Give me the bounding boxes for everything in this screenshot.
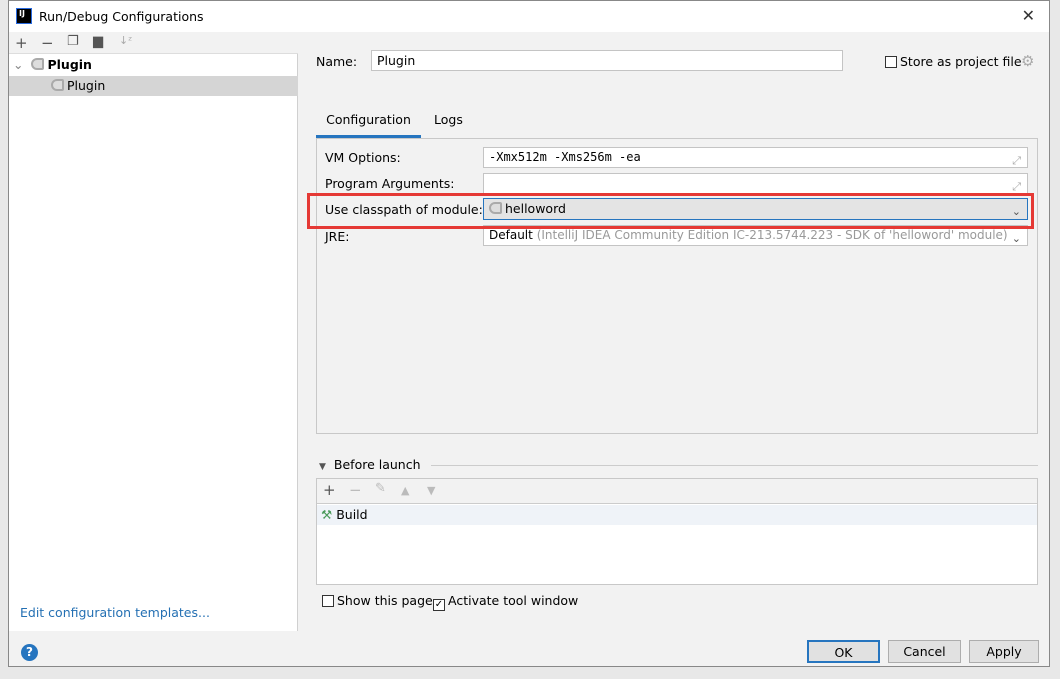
chevron-down-icon[interactable]: ⌄	[1011, 229, 1021, 245]
title-bar: IJ Run/Debug Configurations ✕	[9, 1, 1049, 32]
cancel-button[interactable]: Cancel	[888, 640, 961, 663]
store-label: Store as project file	[900, 54, 1022, 69]
tab-logs[interactable]: Logs	[434, 112, 463, 127]
chevron-down-icon[interactable]: ⌄	[13, 57, 23, 72]
show-this-page-checkbox[interactable]: Show this page	[322, 593, 433, 608]
name-label: Name:	[316, 54, 358, 69]
move-up-icon[interactable]: ▲	[401, 484, 409, 497]
new-folder-icon[interactable]: ▆	[93, 34, 103, 49]
edit-icon[interactable]: ✎	[375, 481, 386, 496]
copy-icon[interactable]: ❐	[67, 34, 79, 49]
show-page-label: Show this page	[337, 593, 433, 608]
store-as-project-file-checkbox[interactable]: Store as project file	[885, 54, 1022, 69]
edit-templates-link[interactable]: Edit configuration templates...	[20, 605, 210, 620]
name-input[interactable]: Plugin	[371, 50, 843, 71]
checkbox-box[interactable]	[885, 56, 897, 68]
apply-button[interactable]: Apply	[969, 640, 1039, 663]
add-icon[interactable]: +	[15, 34, 28, 52]
jre-value: Default	[489, 228, 533, 242]
collapse-triangle-icon[interactable]: ▼	[319, 462, 326, 472]
add-icon[interactable]: +	[323, 481, 336, 499]
highlight-box	[307, 193, 1034, 229]
tab-configuration[interactable]: Configuration	[316, 112, 421, 138]
vm-options-input[interactable]: -Xmx512m -Xms256m -ea ⤢	[483, 147, 1028, 168]
vm-options-label: VM Options:	[325, 150, 401, 165]
close-icon[interactable]: ✕	[1022, 6, 1035, 25]
move-down-icon[interactable]: ▼	[427, 484, 435, 497]
before-launch-title: Before launch	[333, 457, 421, 472]
program-arguments-label: Program Arguments:	[325, 176, 455, 191]
config-tree-panel: + − ❐ ▆ ↓ᶻ ⌄ Plugin Plugin Edit configura…	[9, 32, 298, 631]
plugin-icon	[31, 58, 45, 70]
jre-label: JRE:	[325, 229, 350, 244]
before-launch-toolbar: + − ✎ ▲ ▼	[317, 479, 1037, 504]
tree-group-label: Plugin	[47, 57, 92, 72]
run-debug-dialog: IJ Run/Debug Configurations ✕ + − ❐ ▆ ↓ᶻ…	[8, 0, 1050, 667]
tree-item-label: Plugin	[67, 78, 106, 93]
jre-hint: (IntelliJ IDEA Community Edition IC-213.…	[536, 228, 1008, 242]
ok-button[interactable]: OK	[807, 640, 880, 663]
activate-tool-window-checkbox[interactable]: ✓ Activate tool window	[433, 593, 578, 611]
sort-icon[interactable]: ↓ᶻ	[119, 34, 132, 47]
task-label: Build	[336, 507, 368, 522]
before-launch-header[interactable]: ▼ Before launch	[319, 457, 1038, 472]
checkbox-box[interactable]	[322, 595, 334, 607]
before-launch-list: + − ✎ ▲ ▼ ⚒ Build	[316, 478, 1038, 585]
expand-icon[interactable]: ⤢	[1012, 151, 1021, 170]
remove-icon[interactable]: −	[349, 481, 362, 499]
plugin-icon	[51, 79, 64, 91]
help-icon[interactable]: ?	[21, 644, 38, 661]
tree-group-plugin[interactable]: ⌄ Plugin	[9, 55, 298, 75]
program-arguments-input[interactable]: ⤢	[483, 173, 1028, 194]
vm-options-value: -Xmx512m -Xms256m -ea	[489, 150, 641, 164]
configuration-panel: VM Options: -Xmx512m -Xms256m -ea ⤢ Progr…	[316, 138, 1038, 434]
divider	[431, 465, 1038, 466]
task-row-build[interactable]: ⚒ Build	[317, 505, 1037, 525]
hammer-icon: ⚒	[321, 507, 333, 522]
gear-icon[interactable]: ⚙	[1021, 52, 1034, 70]
tree-toolbar: + − ❐ ▆ ↓ᶻ	[9, 32, 298, 54]
intellij-logo: IJ	[16, 8, 32, 24]
checkbox-box[interactable]: ✓	[433, 599, 445, 611]
remove-icon[interactable]: −	[41, 34, 54, 52]
window-title: Run/Debug Configurations	[39, 9, 204, 24]
activate-tool-label: Activate tool window	[448, 593, 579, 608]
tree-item-plugin[interactable]: Plugin	[9, 76, 298, 96]
